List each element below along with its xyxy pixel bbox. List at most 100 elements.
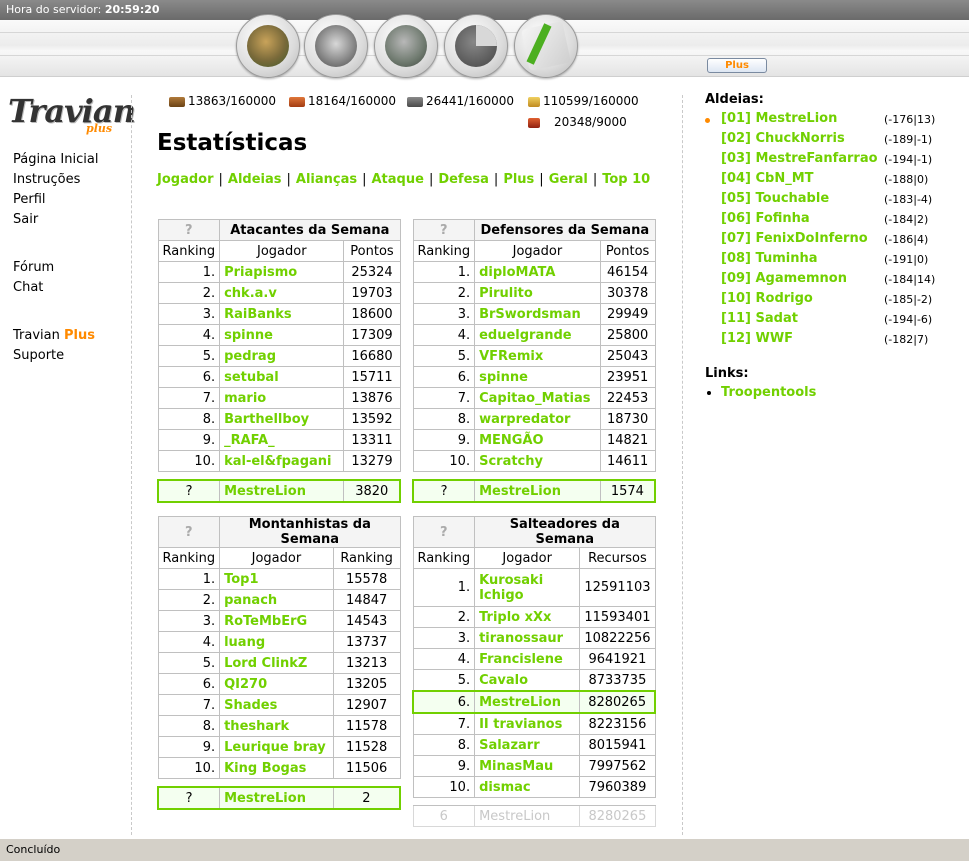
village-item[interactable]: [03] MestreFanfarrao (-194|-1) [705, 151, 945, 171]
menu-instructions[interactable]: Instruções [13, 170, 98, 190]
statistics-icon[interactable] [444, 14, 508, 78]
menu-support[interactable]: Suporte [13, 346, 98, 366]
village-item[interactable]: [08] Tuminha (-191|0) [705, 251, 945, 271]
player-link[interactable]: Pirulito [479, 286, 533, 301]
travian-logo[interactable]: Travian plus [8, 88, 136, 140]
player-link[interactable]: King Bogas [224, 761, 306, 776]
village-item[interactable]: [04] CbN_MT (-188|0) [705, 171, 945, 191]
left-menu: Página Inicial Instruções Perfil Sair Fó… [13, 150, 98, 366]
player-link[interactable]: Top1 [224, 572, 258, 587]
reports-icon[interactable] [514, 14, 578, 78]
player-link[interactable]: panach [224, 593, 277, 608]
table-row: 7. Capitao_Matias 22453 [412, 387, 656, 409]
tab-defense[interactable]: Defesa [438, 172, 489, 187]
player-link[interactable]: Salazarr [479, 738, 540, 753]
column-header: Jogador [219, 547, 334, 569]
player-link[interactable]: Lord ClinkZ [224, 656, 307, 671]
village-item[interactable]: [02] ChuckNorris (-189|-1) [705, 131, 945, 151]
player-link[interactable]: Scratchy [479, 454, 543, 469]
player-link[interactable]: BrSwordsman [479, 307, 581, 322]
menu-home[interactable]: Página Inicial [13, 150, 98, 170]
player-link[interactable]: diploMATA [479, 265, 555, 280]
table-row: 3. BrSwordsman 29949 [412, 303, 656, 325]
column-header: Pontos [343, 240, 401, 262]
table-title: Atacantes da Semana [219, 219, 401, 241]
tab-player[interactable]: Jogador [157, 172, 214, 187]
player-link[interactable]: tiranossaur [479, 631, 563, 646]
player-link[interactable]: MestreLion [224, 484, 306, 499]
active-village-icon [705, 118, 710, 123]
player-link[interactable]: warpredator [479, 412, 570, 427]
player-link[interactable]: theshark [224, 719, 289, 734]
table-row: 5. Cavalo 8733735 [412, 669, 656, 692]
help-icon[interactable]: ? [412, 516, 476, 548]
link-troopentools[interactable]: Troopentools [721, 385, 816, 400]
player-link[interactable]: Kurosaki Ichigo [479, 573, 543, 603]
player-link[interactable]: spinne [224, 328, 273, 343]
player-link[interactable]: _RAFA_ [224, 433, 275, 448]
village-item[interactable]: [09] Agamemnon (-184|14) [705, 271, 945, 291]
player-link[interactable]: Francislene [479, 652, 563, 667]
player-link[interactable]: Shades [224, 698, 277, 713]
resource-clay: 18164/160000 [289, 94, 396, 108]
village-item[interactable]: [07] FenixDoInferno (-186|4) [705, 231, 945, 251]
column-header: Pontos [599, 240, 656, 262]
player-link[interactable]: RaiBanks [224, 307, 292, 322]
player-link[interactable]: dismac [479, 780, 531, 795]
tab-general[interactable]: Geral [549, 172, 588, 187]
map-icon[interactable] [374, 14, 438, 78]
player-link[interactable]: luang [224, 635, 265, 650]
help-icon[interactable]: ? [157, 219, 221, 241]
menu-logout[interactable]: Sair [13, 210, 98, 230]
player-link[interactable]: MestreLion [479, 484, 561, 499]
player-link[interactable]: Priapismo [224, 265, 297, 280]
player-link[interactable]: mario [224, 391, 266, 406]
player-link[interactable]: eduelgrande [479, 328, 572, 343]
player-link[interactable]: MENGÃO [479, 433, 543, 448]
player-link[interactable]: kal-el&fpagani [224, 454, 331, 469]
player-link[interactable]: MinasMau [479, 759, 553, 774]
tab-top10[interactable]: Top 10 [602, 172, 650, 187]
menu-chat[interactable]: Chat [13, 278, 98, 298]
village-item[interactable]: [05] Touchable (-183|-4) [705, 191, 945, 211]
help-icon[interactable]: ? [157, 516, 221, 548]
village-overview-icon[interactable] [236, 14, 300, 78]
player-link[interactable]: Capitao_Matias [479, 391, 590, 406]
table-row: 9. _RAFA_ 13311 [157, 429, 401, 451]
table-row: 9. Leurique bray 11528 [157, 736, 401, 758]
player-link[interactable]: Barthellboy [224, 412, 309, 427]
player-link[interactable]: Leurique bray [224, 740, 326, 755]
player-link[interactable]: spinne [479, 370, 528, 385]
player-link[interactable]: MestreLion [479, 695, 561, 710]
tab-attack[interactable]: Ataque [372, 172, 424, 187]
player-link[interactable]: Triplo xXx [479, 610, 551, 625]
help-icon[interactable]: ? [412, 219, 476, 241]
player-link[interactable]: RoTeMbErG [224, 614, 307, 629]
village-item[interactable]: [10] Rodrigo (-185|-2) [705, 291, 945, 311]
tab-plus[interactable]: Plus [503, 172, 534, 187]
player-link[interactable]: pedrag [224, 349, 276, 364]
menu-profile[interactable]: Perfil [13, 190, 98, 210]
plus-button[interactable]: Plus [707, 58, 767, 73]
menu-travian-plus[interactable]: Travian Plus [13, 326, 98, 346]
village-item[interactable]: [12] WWF (-182|7) [705, 331, 945, 351]
tab-alliances[interactable]: Alianças [296, 172, 357, 187]
menu-forum[interactable]: Fórum [13, 258, 98, 278]
server-time-label: Hora do servidor: [6, 3, 102, 16]
crop-icon [528, 96, 540, 107]
player-link[interactable]: QI270 [224, 677, 267, 692]
village-center-icon[interactable] [304, 14, 368, 78]
player-link[interactable]: MestreLion [224, 791, 306, 806]
column-header: Ranking [332, 547, 401, 569]
player-link[interactable]: setubal [224, 370, 279, 385]
player-link[interactable]: Cavalo [479, 673, 528, 688]
village-item[interactable]: [11] Sadat (-194|-6) [705, 311, 945, 331]
village-item[interactable]: [01] MestreLion (-176|13) [705, 111, 945, 131]
player-link[interactable]: II travianos [479, 717, 562, 732]
village-item[interactable]: [06] Fofinha (-184|2) [705, 211, 945, 231]
right-divider [682, 95, 683, 835]
player-link[interactable]: VFRemix [479, 349, 543, 364]
column-header: Recursos [579, 547, 656, 569]
player-link[interactable]: chk.a.v [224, 286, 277, 301]
tab-villages[interactable]: Aldeias [228, 172, 282, 187]
